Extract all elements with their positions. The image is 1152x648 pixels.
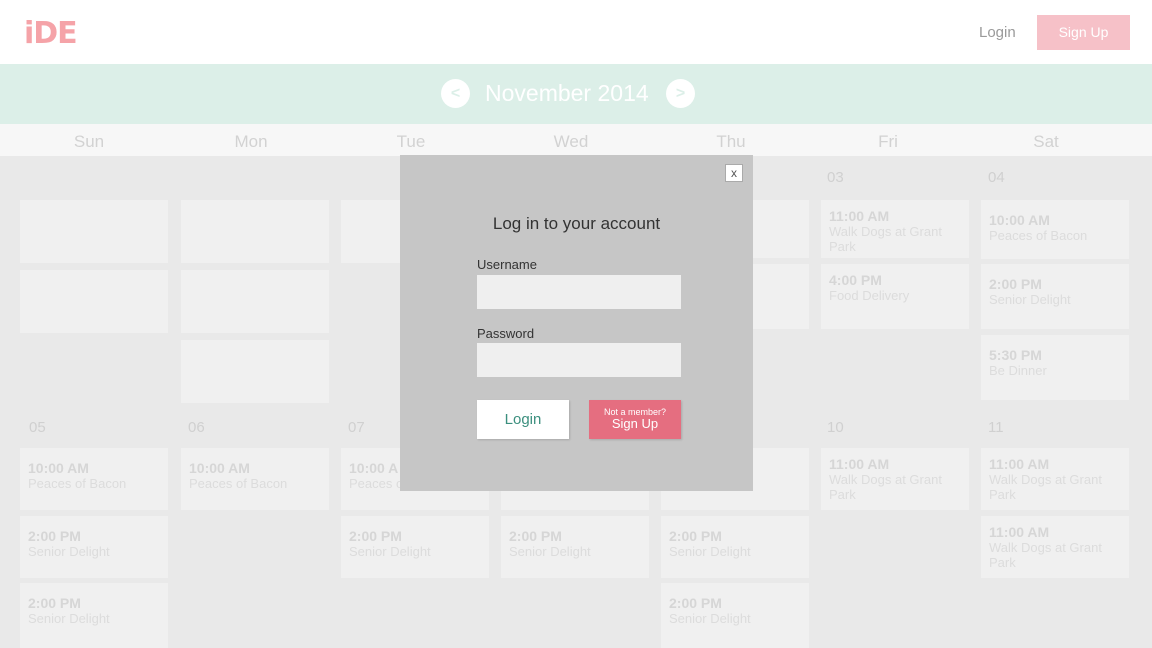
event-card[interactable]: 2:00 PM Senior Delight: [501, 516, 649, 578]
day-number: 11: [988, 419, 1004, 436]
event-name: Senior Delight: [669, 611, 751, 626]
login-modal: x Log in to your account Username Passwo…: [400, 155, 753, 491]
event-card[interactable]: 11:00 AM Walk Dogs at Grant Park: [981, 516, 1129, 578]
event-card[interactable]: 11:00 AM Walk Dogs at Grant Park: [821, 200, 969, 258]
event-name: Peaces of Bacon: [28, 476, 127, 491]
weekday-sat: Sat: [1033, 132, 1059, 151]
day-number: 10: [827, 419, 844, 436]
modal-signup-button[interactable]: Not a member? Sign Up: [589, 400, 681, 439]
event-card[interactable]: 11:00 AM Walk Dogs at Grant Park: [821, 448, 969, 510]
event-card[interactable]: 5:30 PM Be Dinner: [981, 335, 1129, 400]
header-login-link[interactable]: Login: [979, 24, 1016, 41]
weekday-wed: Wed: [553, 132, 589, 151]
event-name: Walk Dogs at Grant Park: [829, 472, 942, 502]
event-name: Senior Delight: [28, 544, 110, 559]
event-card[interactable]: 10:00 AM Peaces of Bacon: [181, 448, 329, 510]
event-card[interactable]: [20, 200, 168, 263]
password-label: Password: [477, 326, 535, 341]
event-card[interactable]: 4:00 PM Food Delivery: [821, 264, 969, 329]
password-field[interactable]: [477, 343, 681, 377]
event-name: Senior Delight: [509, 544, 591, 559]
event-card[interactable]: 2:00 PM Senior Delight: [981, 264, 1129, 329]
event-time: 11:00 AM: [989, 456, 1050, 472]
event-name: Food Delivery: [829, 288, 910, 303]
modal-title: Log in to your account: [492, 214, 661, 233]
event-name: Senior Delight: [28, 611, 110, 626]
event-time: 10:00 AM: [189, 460, 250, 476]
day-number: 05: [29, 419, 46, 436]
weekday-mon: Mon: [234, 132, 268, 151]
weekday-sun: Sun: [73, 132, 105, 151]
event-time: 2:00 PM: [28, 528, 81, 544]
event-card[interactable]: 2:00 PM Senior Delight: [20, 516, 168, 578]
day-number: 03: [827, 169, 844, 186]
event-name: Senior Delight: [669, 544, 751, 559]
event-name: Peaces of Bacon: [189, 476, 288, 491]
event-card[interactable]: [181, 340, 329, 403]
header-signup-button[interactable]: Sign Up: [1037, 15, 1130, 50]
member-question: Not a member?: [603, 407, 667, 417]
event-time: 11:00 AM: [829, 208, 890, 224]
event-time: 2:00 PM: [989, 276, 1042, 292]
login-button[interactable]: Login: [477, 400, 569, 439]
prev-month-button[interactable]: <: [441, 79, 470, 108]
username-label: Username: [477, 257, 537, 272]
close-modal-button[interactable]: x: [725, 164, 743, 182]
day-number: 04: [988, 169, 1005, 186]
event-name: Senior Delight: [349, 544, 431, 559]
event-card[interactable]: 10:00 AM Peaces of Bacon: [981, 200, 1129, 259]
event-time: 10:00 AM: [989, 212, 1050, 228]
event-name: Walk Dogs at Grant Park: [829, 224, 942, 254]
day-number: 06: [188, 419, 205, 436]
month-navigation-bar: < November 2014 >: [0, 64, 1152, 124]
logo: iDE: [24, 16, 78, 51]
event-time: 5:30 PM: [989, 347, 1042, 363]
weekday-header-row: Sun Mon Tue Wed Thu Fri Sat: [0, 124, 1152, 156]
event-card[interactable]: 11:00 AM Walk Dogs at Grant Park: [981, 448, 1129, 510]
event-card[interactable]: [181, 270, 329, 333]
event-name: Peaces of Bacon: [989, 228, 1088, 243]
event-time: 2:00 PM: [669, 595, 722, 611]
event-time: 10:00 AM: [28, 460, 89, 476]
event-time: 2:00 PM: [669, 528, 722, 544]
event-name: Be Dinner: [989, 363, 1047, 378]
next-month-button[interactable]: >: [666, 79, 695, 108]
event-time: 4:00 PM: [829, 272, 882, 288]
event-card[interactable]: [181, 200, 329, 263]
username-field[interactable]: [477, 275, 681, 309]
event-name: Walk Dogs at Grant Park: [989, 472, 1102, 502]
event-time: 2:00 PM: [349, 528, 402, 544]
event-name: Walk Dogs at Grant Park: [989, 540, 1102, 570]
weekday-tue: Tue: [396, 132, 426, 151]
event-card[interactable]: 2:00 PM Senior Delight: [661, 516, 809, 578]
top-header: iDE Login Sign Up: [0, 0, 1152, 64]
event-card[interactable]: 2:00 PM Senior Delight: [661, 583, 809, 648]
weekday-fri: Fri: [878, 132, 898, 151]
event-time: 11:00 AM: [829, 456, 890, 472]
event-time: 2:00 PM: [28, 595, 81, 611]
event-time: 2:00 PM: [509, 528, 562, 544]
event-card[interactable]: 10:00 AM Peaces of Bacon: [20, 448, 168, 510]
modal-signup-label: Sign Up: [611, 416, 659, 431]
day-number: 07: [348, 419, 365, 436]
event-card[interactable]: [20, 270, 168, 333]
event-name: Senior Delight: [989, 292, 1071, 307]
event-card[interactable]: 2:00 PM Senior Delight: [20, 583, 168, 648]
event-time: 11:00 AM: [989, 524, 1050, 540]
event-card[interactable]: 2:00 PM Senior Delight: [341, 516, 489, 578]
weekday-thu: Thu: [716, 132, 746, 151]
month-title: November 2014: [485, 80, 649, 106]
